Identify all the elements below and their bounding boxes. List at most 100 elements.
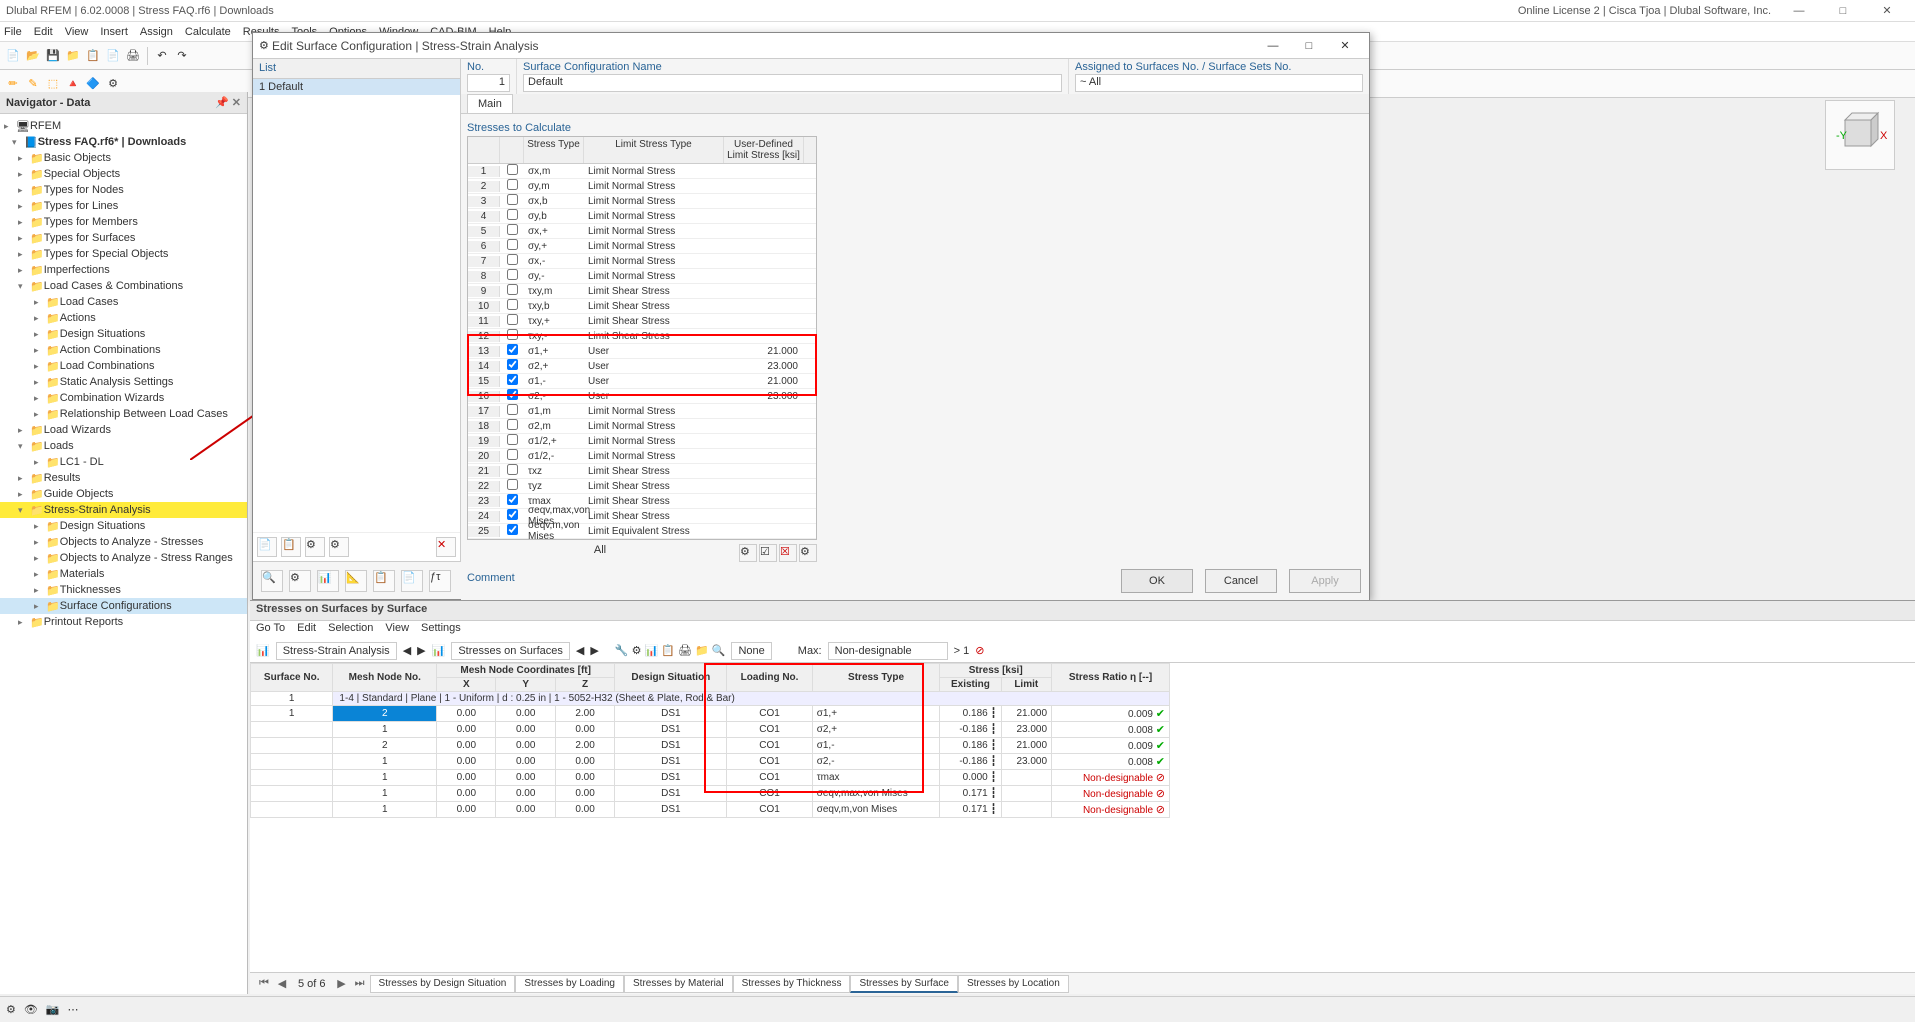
tree-item[interactable]: ▸📁 Special Objects	[0, 166, 247, 182]
list-delete-icon[interactable]: ✕	[436, 537, 456, 557]
menu-edit[interactable]: Edit	[34, 26, 53, 38]
grid-row[interactable]: 14σ2,+User23.000	[468, 359, 816, 374]
grid-row[interactable]: 3σx,bLimit Normal Stress	[468, 194, 816, 209]
result-row[interactable]: 10.000.000.00DS1CO1σeqv,m,von Mises0.171…	[251, 802, 1170, 818]
foot-icon[interactable]: ⚙	[289, 570, 311, 592]
tree-item[interactable]: ▾📁 Loads	[0, 438, 247, 454]
row-checkbox[interactable]	[507, 479, 518, 490]
axes-cube[interactable]: -Y X	[1825, 100, 1895, 170]
tree-item[interactable]: ▸📁 Types for Nodes	[0, 182, 247, 198]
tree-item[interactable]: ▸📁 Materials	[0, 566, 247, 582]
grid-row[interactable]: 7σx,-Limit Normal Stress	[468, 254, 816, 269]
tree-item[interactable]: ▸📁 Load Wizards	[0, 422, 247, 438]
status-icon[interactable]: 📷	[46, 1003, 60, 1016]
row-checkbox[interactable]	[507, 164, 518, 175]
row-checkbox[interactable]	[507, 284, 518, 295]
grid-row[interactable]: 24σeqv,max,von MisesLimit Shear Stress	[468, 509, 816, 524]
status-icon[interactable]: 👁	[24, 1003, 38, 1016]
list-item[interactable]: 1 Default	[253, 79, 460, 95]
grid-row[interactable]: 1σx,mLimit Normal Stress	[468, 164, 816, 179]
results-grid[interactable]: Surface No.Mesh Node No.Mesh Node Coordi…	[250, 663, 1915, 818]
row-checkbox[interactable]	[507, 314, 518, 325]
assigned-input[interactable]: ~ All	[1075, 74, 1363, 92]
dialog-minimize[interactable]: —	[1255, 40, 1291, 52]
row-checkbox[interactable]	[507, 344, 518, 355]
result-tab[interactable]: Stresses by Location	[958, 975, 1069, 993]
row-checkbox[interactable]	[507, 434, 518, 445]
grid-row[interactable]: 5σx,+Limit Normal Stress	[468, 224, 816, 239]
menu-view[interactable]: View	[65, 26, 89, 38]
grid-row[interactable]: 18σ2,mLimit Normal Stress	[468, 419, 816, 434]
nav-prev-icon[interactable]: ◀	[403, 644, 411, 657]
foot-icon[interactable]: ƒτ	[429, 570, 451, 592]
close-button[interactable]: ✕	[1865, 1, 1909, 21]
tree-item[interactable]: ▸📁 Results	[0, 470, 247, 486]
dialog-maximize[interactable]: □	[1291, 40, 1327, 52]
grid-row[interactable]: 15σ1,-User21.000	[468, 374, 816, 389]
tree-item[interactable]: ▸📁 Guide Objects	[0, 486, 247, 502]
list-copy-icon[interactable]: 📋	[281, 537, 301, 557]
tree-item[interactable]: ▸📁 Imperfections	[0, 262, 247, 278]
last-page-icon[interactable]: ⏭	[352, 977, 368, 990]
first-page-icon[interactable]: ⏮	[256, 977, 272, 990]
result-row[interactable]: 20.000.002.00DS1CO1σ1,-0.186 ┇21.0000.00…	[251, 738, 1170, 754]
row-checkbox[interactable]	[507, 254, 518, 265]
folder-icon[interactable]: 📁	[64, 47, 82, 65]
next-page-icon[interactable]: ▶	[334, 977, 350, 990]
tree-item[interactable]: ▸📁 LC1 - DL	[0, 454, 247, 470]
grid-clear-icon[interactable]: ☒	[779, 544, 797, 562]
tool-icon[interactable]: ⬚	[44, 75, 62, 93]
tree-item[interactable]: ▾📁 Load Cases & Combinations	[0, 278, 247, 294]
menu-file[interactable]: File	[4, 26, 22, 38]
menu-insert[interactable]: Insert	[100, 26, 128, 38]
redo-icon[interactable]: ↷	[173, 47, 191, 65]
tree-item[interactable]: ▸📁 Design Situations	[0, 326, 247, 342]
tree-item[interactable]: ▸📁 Load Combinations	[0, 358, 247, 374]
row-checkbox[interactable]	[507, 464, 518, 475]
open-icon[interactable]: 📂	[24, 47, 42, 65]
foot-icon[interactable]: 📊	[317, 570, 339, 592]
maximize-button[interactable]: □	[1821, 1, 1865, 21]
result-tab[interactable]: Stresses by Surface	[850, 975, 957, 993]
tool-icon[interactable]: 🔺	[64, 75, 82, 93]
results-menu-item[interactable]: Edit	[297, 622, 316, 638]
paste-icon[interactable]: 📄	[104, 47, 122, 65]
tree-item[interactable]: ▸📁 Action Combinations	[0, 342, 247, 358]
result-row[interactable]: 10.000.000.00DS1CO1σeqv,max,von Mises0.1…	[251, 786, 1170, 802]
grid-row[interactable]: 16σ2,-User23.000	[468, 389, 816, 404]
undo-icon[interactable]: ↶	[153, 47, 171, 65]
grid-row[interactable]: 6σy,+Limit Normal Stress	[468, 239, 816, 254]
results-menu-item[interactable]: Settings	[421, 622, 461, 638]
nav-next-icon[interactable]: ▶	[590, 644, 598, 657]
results-view-dropdown[interactable]: Stresses on Surfaces	[451, 642, 570, 660]
result-tab[interactable]: Stresses by Thickness	[733, 975, 851, 993]
row-checkbox[interactable]	[507, 449, 518, 460]
grid-row[interactable]: 13σ1,+User21.000	[468, 344, 816, 359]
print-icon[interactable]: 🖨	[124, 47, 142, 65]
name-input[interactable]: Default	[523, 74, 1062, 92]
row-checkbox[interactable]	[507, 419, 518, 430]
row-checkbox[interactable]	[507, 179, 518, 190]
tree-project[interactable]: ▾📘 Stress FAQ.rf6* | Downloads	[0, 134, 247, 150]
row-checkbox[interactable]	[507, 509, 518, 520]
tree-item[interactable]: ▾📁 Stress-Strain Analysis	[0, 502, 247, 518]
apply-button[interactable]: Apply	[1289, 569, 1361, 593]
grid-row[interactable]: 8σy,-Limit Normal Stress	[468, 269, 816, 284]
cancel-button[interactable]: Cancel	[1205, 569, 1277, 593]
results-type-dropdown[interactable]: Stress-Strain Analysis	[276, 642, 397, 660]
result-tab[interactable]: Stresses by Loading	[515, 975, 624, 993]
pin-icon[interactable]: 📌 ✕	[215, 96, 241, 109]
tree-item[interactable]: ▸📁 Objects to Analyze - Stress Ranges	[0, 550, 247, 566]
new-icon[interactable]: 📄	[4, 47, 22, 65]
prev-page-icon[interactable]: ◀	[274, 977, 290, 990]
tree-item[interactable]: ▸📁 Types for Lines	[0, 198, 247, 214]
grid-row[interactable]: 25σeqv,m,von MisesLimit Equivalent Stres…	[468, 524, 816, 539]
foot-icon[interactable]: 🔍	[261, 570, 283, 592]
row-checkbox[interactable]	[507, 494, 518, 505]
grid-row[interactable]: 22τyzLimit Shear Stress	[468, 479, 816, 494]
list-tool-icon[interactable]: ⚙	[329, 537, 349, 557]
all-dropdown[interactable]: All	[467, 544, 733, 562]
tool-icon[interactable]: 🔷	[84, 75, 102, 93]
nav-prev-icon[interactable]: ◀	[576, 644, 584, 657]
stress-grid[interactable]: Stress Type Limit Stress Type User-Defin…	[467, 136, 817, 540]
